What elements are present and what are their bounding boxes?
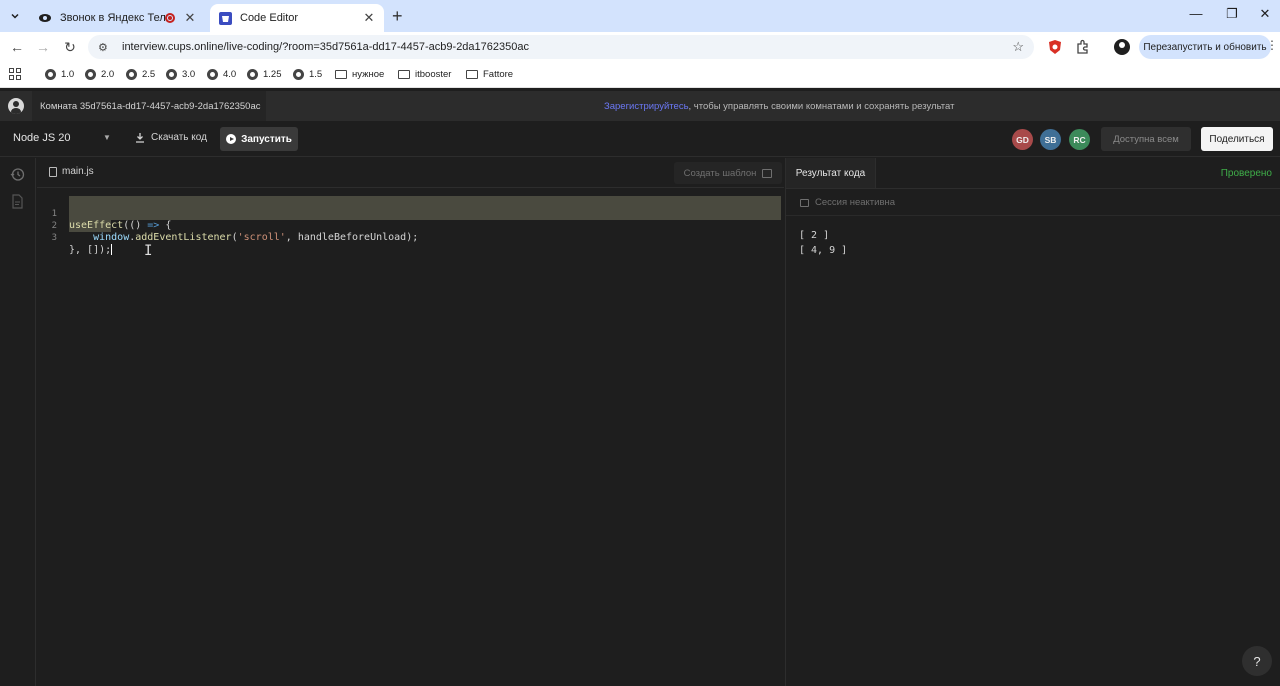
globe-icon	[126, 69, 137, 80]
browser-menu-icon[interactable]: ⋮	[1266, 38, 1278, 52]
tab-title: Звонок в Яндекс Телемост	[60, 12, 165, 24]
globe-icon	[45, 69, 56, 80]
forward-icon[interactable]: →	[34, 38, 52, 56]
url-input[interactable]: ⚙ interview.cups.online/live-coding/?roo…	[88, 35, 1034, 59]
chevron-down-icon	[11, 13, 19, 19]
globe-icon	[247, 69, 258, 80]
code-editor-panel: main.js Создать шаблон 1 useEffect(() =>…	[37, 158, 784, 686]
run-button[interactable]: Запустить	[220, 127, 298, 151]
output-line: [ 2 ]	[799, 230, 830, 241]
play-icon	[226, 134, 237, 144]
bookmark-item[interactable]: 4.0	[207, 69, 236, 80]
close-icon[interactable]: ✕	[362, 10, 376, 26]
console-output: [ 2 ] [ 4, 9 ]	[799, 228, 847, 258]
url-text: interview.cups.online/live-coding/?room=…	[122, 41, 529, 53]
room-label: Комната 35d7561a-dd17-4457-acb9-2da17623…	[32, 91, 266, 121]
globe-icon	[85, 69, 96, 80]
session-status: Сессия неактивна	[800, 197, 895, 208]
line-number: 3	[51, 233, 57, 243]
bookmark-folder[interactable]: Fattore	[466, 69, 513, 80]
extensions-puzzle-icon[interactable]	[1075, 39, 1091, 55]
close-icon[interactable]: ✕	[183, 10, 197, 26]
browser-tab-telemost[interactable]: Звонок в Яндекс Телемост ✕	[30, 4, 205, 32]
file-icon[interactable]	[10, 194, 25, 209]
folder-icon	[335, 70, 347, 79]
share-button[interactable]: Поделиться	[1201, 127, 1273, 151]
profile-avatar-icon[interactable]	[1114, 39, 1130, 55]
extension-shield-icon[interactable]	[1047, 39, 1063, 55]
reload-icon[interactable]: ↻	[61, 38, 79, 56]
template-icon	[762, 168, 773, 178]
site-info-icon[interactable]: ⚙	[98, 41, 112, 54]
code-text: window.addEventListener('scroll', handle…	[93, 232, 419, 243]
folder-icon	[398, 70, 410, 79]
tab-result[interactable]: Результат кода	[786, 158, 876, 188]
divider	[786, 188, 1280, 189]
new-tab-button[interactable]: +	[392, 6, 403, 26]
history-icon[interactable]	[10, 167, 25, 182]
divider	[786, 215, 1280, 216]
minimize-button[interactable]: —	[1181, 6, 1211, 21]
language-select[interactable]: Node JS 20	[13, 132, 70, 144]
register-message: Зарегистрируйтесь, чтобы управлять своим…	[604, 101, 954, 112]
folder-icon	[466, 70, 478, 79]
tab-search-button[interactable]	[5, 6, 25, 26]
mouse-ibeam-cursor: I	[144, 243, 153, 259]
register-text: , чтобы управлять своими комнатами и сох…	[688, 101, 955, 112]
cups-icon	[218, 11, 232, 25]
access-button[interactable]: Доступна всем	[1101, 127, 1191, 151]
editor-toolbar: Node JS 20 ▼ Скачать код Запустить GD SB…	[0, 121, 1280, 157]
globe-icon	[166, 69, 177, 80]
bookmark-star-icon[interactable]: ☆	[1012, 39, 1024, 55]
bookmark-item[interactable]: 2.5	[126, 69, 155, 80]
relaunch-update-button[interactable]: Перезапустить и обновить	[1139, 35, 1271, 59]
register-link[interactable]: Зарегистрируйтесь	[604, 101, 689, 112]
bookmark-item[interactable]: 1.25	[247, 69, 282, 80]
session-icon	[800, 198, 809, 207]
code-line[interactable]: 1 useEffect(() => {	[37, 196, 784, 231]
browser-tab-bar: Звонок в Яндекс Телемост ✕ Code Editor ✕…	[0, 0, 1280, 32]
bookmark-item[interactable]: 3.0	[166, 69, 195, 80]
globe-icon	[207, 69, 218, 80]
file-icon	[49, 166, 57, 177]
file-tab-main-js[interactable]: main.js	[49, 166, 94, 177]
back-icon[interactable]: ←	[8, 38, 26, 56]
bookmark-folder[interactable]: itbooster	[398, 69, 451, 80]
download-code-button[interactable]: Скачать код	[135, 132, 207, 143]
caret-down-icon[interactable]: ▼	[103, 133, 111, 142]
avatar[interactable]: SB	[1040, 129, 1061, 150]
help-button[interactable]: ?	[1242, 646, 1272, 676]
bookmark-item[interactable]: 1.0	[45, 69, 74, 80]
result-panel: Результат кода Проверено Сессия неактивн…	[785, 158, 1280, 686]
telemost-icon	[38, 11, 52, 25]
recording-icon	[165, 13, 175, 23]
address-bar-row: ← → ↻ ⚙ interview.cups.online/live-codin…	[0, 32, 1280, 62]
code-text: }, []);	[69, 244, 113, 256]
window-close-button[interactable]: ✕	[1250, 6, 1280, 22]
maximize-button[interactable]: ❐	[1217, 6, 1247, 22]
bookmark-item[interactable]: 2.0	[85, 69, 114, 80]
sidebar	[0, 158, 36, 686]
user-icon[interactable]	[8, 98, 24, 114]
code-line[interactable]: 3 }, []);	[37, 220, 784, 256]
browser-tab-code-editor[interactable]: Code Editor ✕	[210, 4, 384, 32]
code-area[interactable]: 1 useEffect(() => { 2 window.addEventLis…	[37, 196, 784, 256]
apps-grid-icon[interactable]	[9, 68, 21, 80]
output-line: [ 4, 9 ]	[799, 245, 848, 256]
bookmark-folder[interactable]: нужное	[335, 69, 384, 80]
file-tabs: main.js Создать шаблон	[37, 158, 784, 188]
status-badge: Проверено	[1220, 168, 1272, 179]
code-line[interactable]: 2 window.addEventListener('scroll', hand…	[37, 208, 784, 243]
avatar[interactable]: GD	[1012, 129, 1033, 150]
text-caret	[111, 244, 113, 255]
download-icon	[136, 133, 144, 143]
bookmark-item[interactable]: 1.5	[293, 69, 322, 80]
globe-icon	[293, 69, 304, 80]
create-template-button[interactable]: Создать шаблон	[674, 162, 782, 184]
tab-title: Code Editor	[240, 12, 299, 24]
app-header: Комната 35d7561a-dd17-4457-acb9-2da17623…	[0, 91, 1280, 121]
avatar[interactable]: RC	[1069, 129, 1090, 150]
